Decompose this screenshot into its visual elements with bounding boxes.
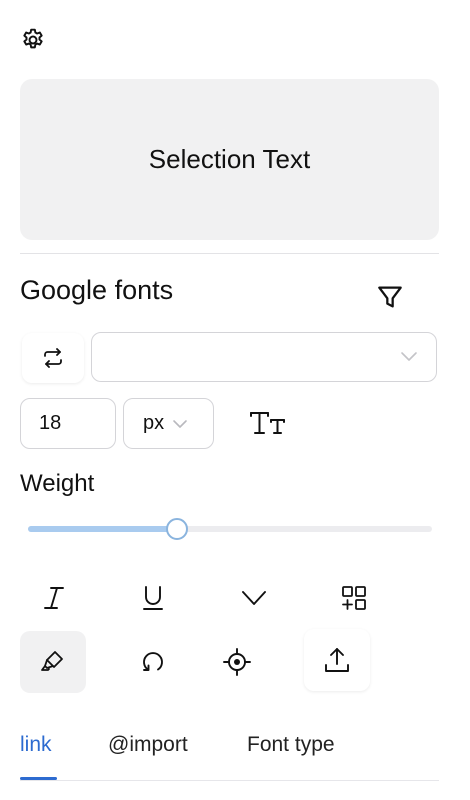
chevron-down-icon: [241, 589, 267, 607]
unit-value: px: [143, 412, 165, 434]
unit-select[interactable]: px: [123, 398, 214, 449]
font-size-input[interactable]: 18: [20, 398, 116, 449]
font-family-select[interactable]: [91, 332, 437, 382]
highlighter-icon: [39, 649, 67, 675]
crosshair-icon: [222, 647, 252, 677]
active-tab-indicator: [20, 777, 57, 780]
tab-import[interactable]: @import: [108, 733, 188, 757]
reset-button[interactable]: [120, 631, 186, 693]
add-widget-button[interactable]: [321, 567, 387, 629]
italic-icon: [42, 585, 66, 611]
text-size-icon[interactable]: [248, 406, 288, 440]
chevron-down-icon: [172, 418, 188, 429]
expand-button[interactable]: [221, 567, 287, 629]
weight-slider-fill: [28, 526, 177, 532]
gear-icon[interactable]: [20, 27, 46, 53]
export-icon: [323, 646, 351, 674]
tab-font-type[interactable]: Font type: [247, 733, 335, 757]
preview-box: Selection Text: [20, 79, 439, 240]
reset-icon: [140, 649, 166, 675]
target-button[interactable]: [204, 631, 270, 693]
funnel-icon[interactable]: [374, 281, 406, 313]
weight-label: Weight: [20, 470, 95, 497]
section-title: Google fonts: [20, 275, 174, 305]
italic-button[interactable]: [21, 567, 87, 629]
preview-text: Selection Text: [148, 144, 311, 174]
tab-divider: [20, 780, 439, 781]
weight-slider-thumb[interactable]: [166, 518, 188, 540]
underline-icon: [141, 584, 165, 612]
swap-arrows-icon: [42, 348, 64, 368]
underline-button[interactable]: [120, 567, 186, 629]
swap-button[interactable]: [22, 333, 84, 383]
highlight-button[interactable]: [20, 631, 86, 693]
add-widget-icon: [341, 585, 367, 611]
tab-link[interactable]: link: [20, 733, 52, 757]
export-button[interactable]: [304, 629, 370, 691]
chevron-down-icon: [400, 350, 418, 362]
divider: [20, 253, 439, 254]
